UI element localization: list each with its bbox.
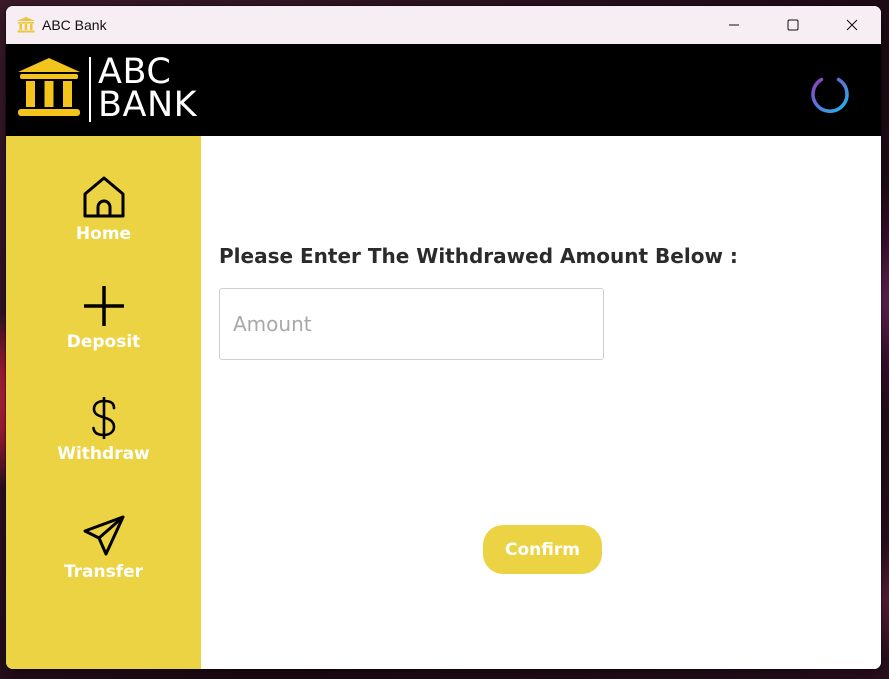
sidebar-item-withdraw[interactable]: Withdraw	[6, 396, 201, 464]
minimize-button[interactable]	[704, 6, 763, 44]
amount-input[interactable]	[219, 288, 604, 360]
bank-logo-icon	[18, 58, 80, 124]
main-content: Please Enter The Withdrawed Amount Below…	[201, 136, 881, 669]
sidebar-item-label: Withdraw	[57, 444, 150, 464]
power-icon	[811, 72, 849, 113]
sidebar-item-home[interactable]: Home	[6, 174, 201, 244]
logo-divider	[89, 57, 91, 122]
bank-icon	[17, 17, 35, 33]
sidebar-item-deposit[interactable]: Deposit	[6, 284, 201, 352]
close-icon	[846, 19, 857, 31]
close-button[interactable]	[822, 6, 881, 44]
sidebar-item-label: Transfer	[63, 562, 144, 582]
home-icon	[83, 176, 124, 218]
sidebar: Home Deposit Withdraw Transfer	[6, 136, 201, 669]
window-title: ABC Bank	[42, 17, 107, 33]
logo-line-bank: BANK	[98, 85, 198, 125]
minimize-icon	[728, 24, 739, 26]
maximize-icon	[787, 19, 798, 31]
sidebar-item-label: Deposit	[66, 332, 141, 352]
maximize-button[interactable]	[763, 6, 822, 44]
plus-icon	[83, 286, 124, 326]
confirm-button[interactable]: Confirm	[483, 525, 602, 574]
sidebar-item-transfer[interactable]: Transfer	[6, 514, 201, 582]
app-window: ABC Bank ABC BANK Home Deposit Withdraw …	[6, 6, 881, 669]
dollar-icon	[91, 397, 115, 439]
title-bar[interactable]: ABC Bank	[6, 6, 881, 44]
power-button[interactable]	[807, 68, 853, 118]
paper-plane-icon	[83, 515, 124, 556]
sidebar-item-label: Home	[75, 224, 132, 244]
logo-wordmark: ABC BANK	[98, 55, 198, 125]
withdraw-prompt: Please Enter The Withdrawed Amount Below…	[219, 244, 738, 268]
app-header: ABC BANK	[6, 44, 881, 136]
